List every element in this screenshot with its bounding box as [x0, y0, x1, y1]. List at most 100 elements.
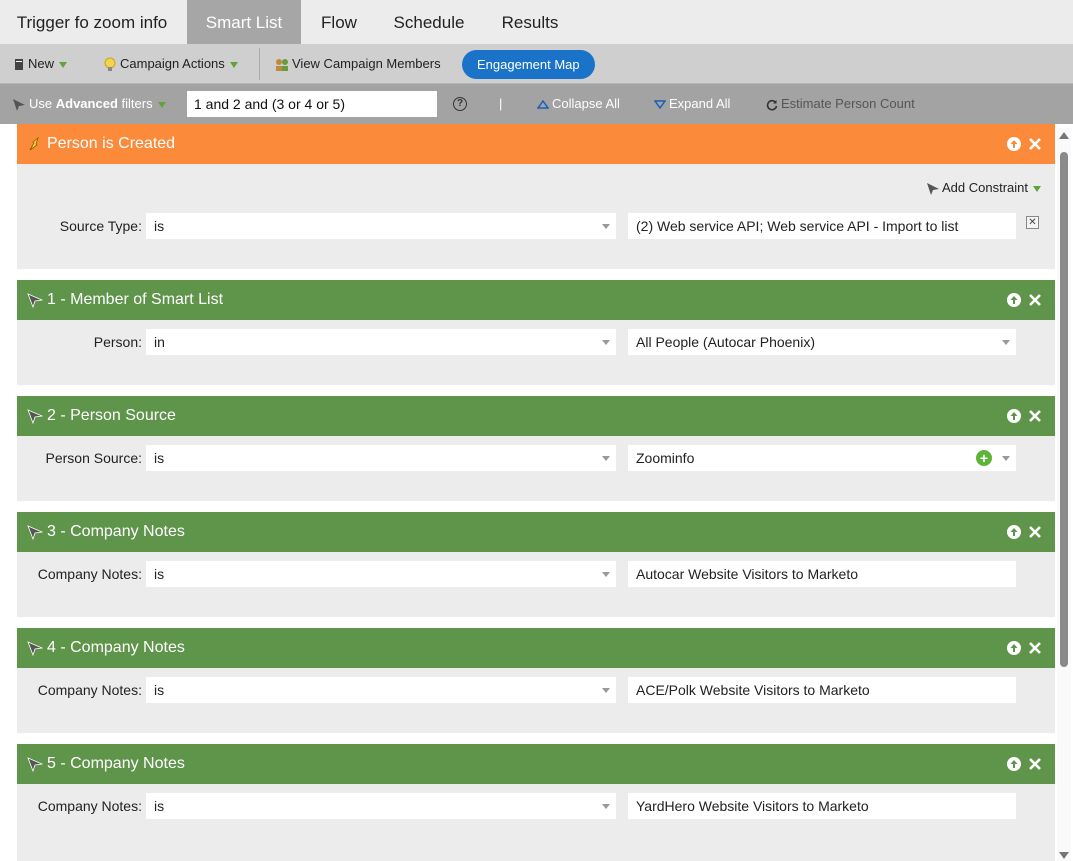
- filter-label: Person Source:: [45, 450, 143, 466]
- lightning-trigger-icon: [29, 136, 39, 151]
- filter-header[interactable]: 3 - Company Notes: [17, 512, 1055, 552]
- filter-title: 1 - Member of Smart List: [47, 291, 224, 308]
- close-icon[interactable]: [1027, 640, 1043, 656]
- filter-header[interactable]: 1 - Member of Smart List: [17, 280, 1055, 320]
- filter-label: Person:: [93, 334, 142, 350]
- trigger-header[interactable]: Person is Created: [17, 124, 1055, 164]
- add-constraint-button[interactable]: Add Constraint: [926, 180, 1041, 196]
- operator-select[interactable]: is: [146, 677, 616, 703]
- filter-row: Person: in All People (Autocar Phoenix): [17, 329, 1055, 355]
- scroll-down-arrow-icon[interactable]: [1059, 852, 1069, 859]
- engagement-map-button[interactable]: Engagement Map: [462, 50, 595, 79]
- tab-campaign-name[interactable]: Trigger fo zoom info: [0, 0, 184, 44]
- new-menu-button[interactable]: New: [14, 44, 68, 84]
- filter-value: Zoominfo: [636, 450, 695, 466]
- lightbulb-icon: [104, 57, 116, 72]
- scrollbar-thumb[interactable]: [1060, 152, 1068, 667]
- filter-value: All People (Autocar Phoenix): [636, 334, 815, 350]
- operator-value: is: [154, 682, 165, 698]
- operator-value: is: [154, 218, 165, 234]
- filter-row: Company Notes: is YardHero Website Visit…: [17, 793, 1055, 819]
- close-icon[interactable]: [1027, 292, 1043, 308]
- move-up-icon[interactable]: [1006, 408, 1022, 424]
- filter-funnel-icon: [27, 757, 43, 772]
- add-value-icon[interactable]: +: [976, 450, 992, 466]
- campaign-actions-label: Campaign Actions: [120, 56, 225, 71]
- value-select[interactable]: Zoominfo +: [628, 445, 1016, 471]
- refresh-icon: [766, 99, 778, 111]
- filter-funnel-icon: [27, 293, 43, 308]
- value-select[interactable]: All People (Autocar Phoenix): [628, 329, 1016, 355]
- filter-row: Company Notes: is Autocar Website Visito…: [17, 561, 1055, 587]
- move-up-icon[interactable]: [1006, 756, 1022, 772]
- move-up-icon[interactable]: [1006, 640, 1022, 656]
- close-icon[interactable]: [1027, 408, 1043, 424]
- filter-funnel-icon: [27, 409, 43, 424]
- value-field[interactable]: YardHero Website Visitors to Marketo: [628, 793, 1016, 819]
- filterbar-divider: |: [499, 96, 503, 111]
- help-icon[interactable]: ?: [453, 97, 467, 111]
- toolbar-divider: [259, 48, 260, 80]
- trigger-constraint-row: Source Type: is (2) Web service API; Web…: [17, 213, 1055, 239]
- scroll-up-arrow-icon[interactable]: [1059, 132, 1069, 139]
- advanced-filters-menu[interactable]: Use Advanced filters: [12, 84, 166, 124]
- campaign-actions-button[interactable]: Campaign Actions: [104, 44, 238, 84]
- operator-select[interactable]: is: [146, 561, 616, 587]
- tab-results[interactable]: Results: [484, 0, 576, 44]
- operator-select[interactable]: is: [146, 793, 616, 819]
- source-type-label: Source Type:: [59, 218, 142, 234]
- tab-flow[interactable]: Flow: [303, 0, 375, 44]
- chevron-down-icon: [1033, 185, 1041, 192]
- operator-value: is: [154, 566, 165, 582]
- view-campaign-members-button[interactable]: View Campaign Members: [274, 44, 441, 84]
- filter-block-4: 4 - Company Notes Company Notes: is ACE/…: [17, 628, 1055, 733]
- filter-header[interactable]: 2 - Person Source: [17, 396, 1055, 436]
- filter-header[interactable]: 5 - Company Notes: [17, 744, 1055, 784]
- move-up-icon[interactable]: [1006, 136, 1022, 152]
- filter-header[interactable]: 4 - Company Notes: [17, 628, 1055, 668]
- chevron-down-icon: [602, 340, 610, 345]
- value-field[interactable]: Autocar Website Visitors to Marketo: [628, 561, 1016, 587]
- operator-select[interactable]: is: [146, 213, 616, 239]
- estimate-person-count-button[interactable]: Estimate Person Count: [766, 84, 915, 124]
- filter-funnel-icon: [927, 182, 939, 195]
- collapse-triangle-icon: [536, 99, 550, 109]
- close-icon[interactable]: [1027, 524, 1043, 540]
- tab-smart-list[interactable]: Smart List: [187, 0, 301, 44]
- chevron-down-icon: [1002, 340, 1010, 345]
- trigger-title: Person is Created: [47, 135, 176, 152]
- operator-select[interactable]: in: [146, 329, 616, 355]
- move-up-icon[interactable]: [1006, 524, 1022, 540]
- filter-block-5: 5 - Company Notes Company Notes: is Yard…: [17, 744, 1055, 861]
- close-icon[interactable]: [1027, 756, 1043, 772]
- add-constraint-label: Add Constraint: [942, 180, 1028, 195]
- tab-schedule[interactable]: Schedule: [378, 0, 480, 44]
- people-icon: [276, 59, 288, 72]
- filter-title: 4 - Company Notes: [47, 639, 185, 656]
- collapse-all-button[interactable]: Collapse All: [536, 84, 620, 124]
- expand-all-button[interactable]: Expand All: [653, 84, 730, 124]
- filter-title: 5 - Company Notes: [47, 755, 185, 772]
- advanced-label: Advanced: [55, 96, 118, 111]
- smart-list-canvas: Person is Created Add Constraint Source …: [0, 124, 1073, 861]
- remove-constraint-icon[interactable]: ✕: [1026, 216, 1039, 229]
- operator-select[interactable]: is: [146, 445, 616, 471]
- view-members-label: View Campaign Members: [292, 56, 441, 71]
- close-icon[interactable]: [1027, 136, 1043, 152]
- filter-title: 3 - Company Notes: [47, 523, 185, 540]
- move-up-icon[interactable]: [1006, 292, 1022, 308]
- filter-label: Company Notes:: [37, 798, 142, 814]
- filter-label: Company Notes:: [37, 566, 142, 582]
- chevron-down-icon: [602, 572, 610, 577]
- trigger-block: Person is Created Add Constraint Source …: [17, 124, 1055, 269]
- chevron-down-icon: [602, 224, 610, 229]
- tab-bar: Trigger fo zoom info Smart List Flow Sch…: [0, 0, 1073, 44]
- filter-logic-bar: Use Advanced filters ? | Collapse All Ex…: [0, 84, 1073, 124]
- source-type-value-field[interactable]: (2) Web service API; Web service API - I…: [628, 213, 1016, 239]
- value-field[interactable]: ACE/Polk Website Visitors to Marketo: [628, 677, 1016, 703]
- filter-block-2: 2 - Person Source Person Source: is Zoom…: [17, 396, 1055, 501]
- filter-logic-input[interactable]: [187, 91, 437, 117]
- filter-block-1: 1 - Member of Smart List Person: in All …: [17, 280, 1055, 385]
- new-label: New: [28, 56, 55, 71]
- vertical-scrollbar[interactable]: [1057, 128, 1071, 861]
